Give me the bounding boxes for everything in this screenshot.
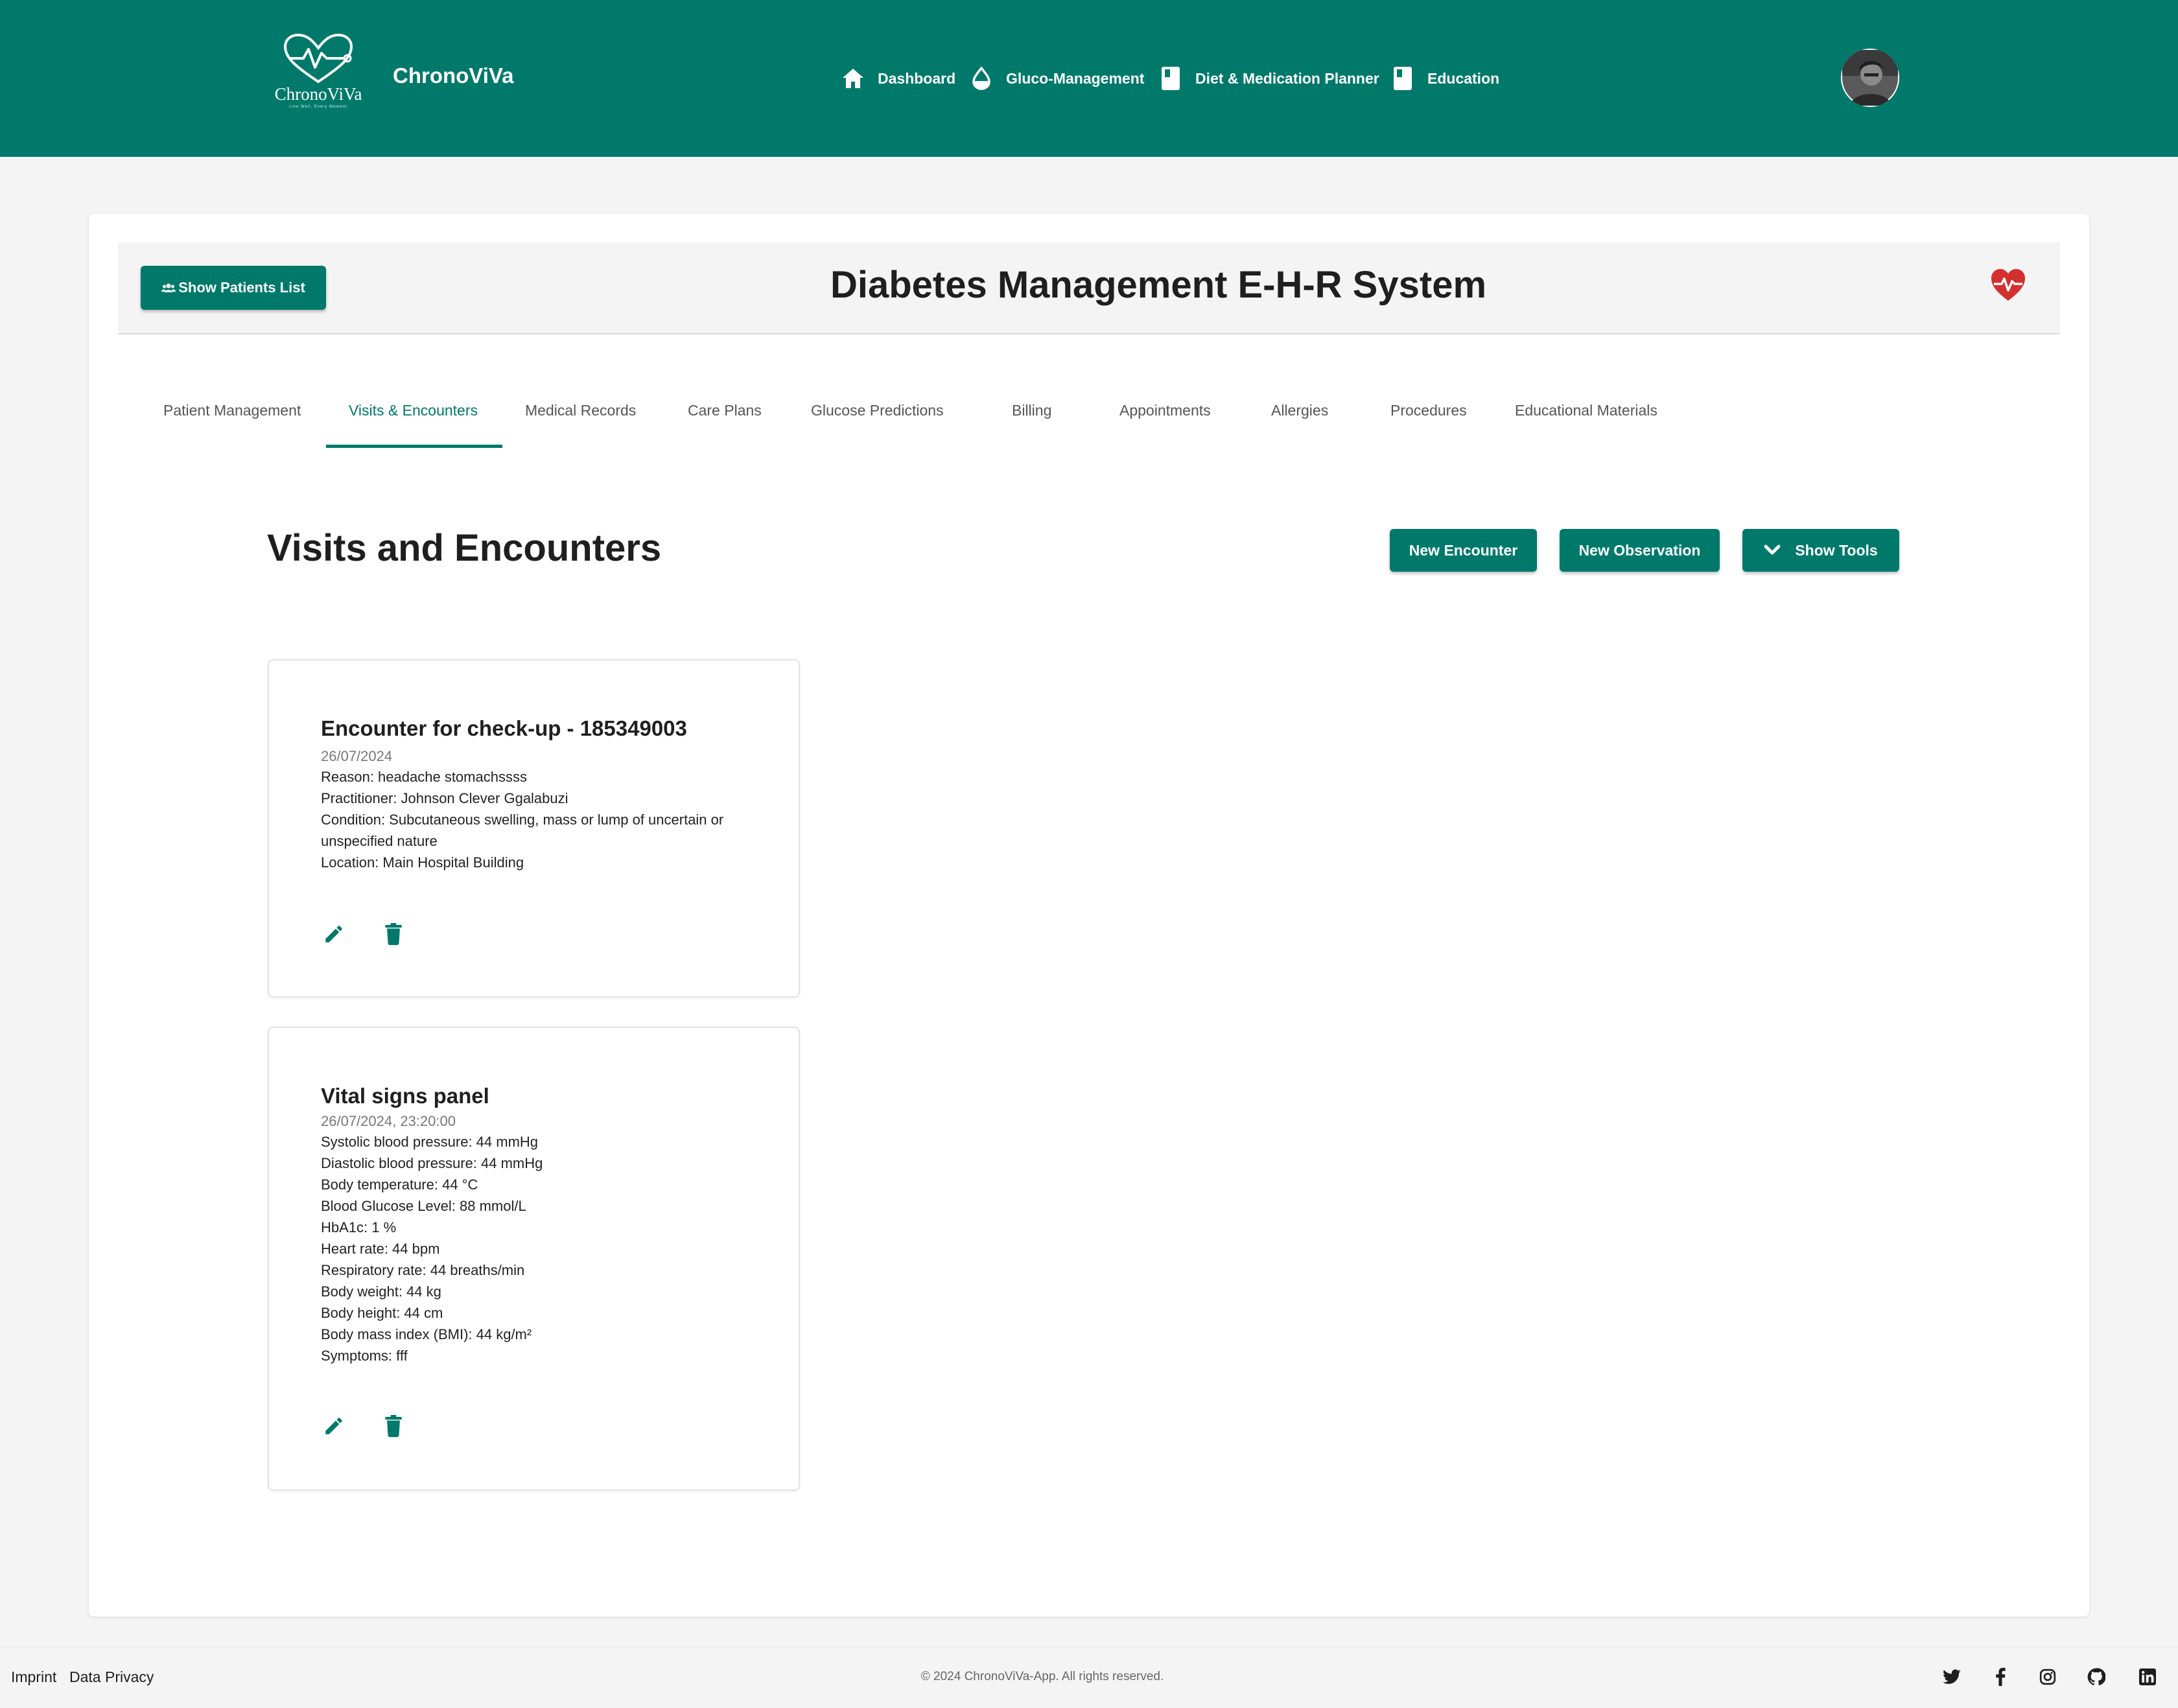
heartbeat-icon	[1990, 268, 2026, 302]
logo-text: ChronoViVa	[274, 84, 362, 104]
show-tools-button[interactable]: Show Tools	[1742, 529, 1899, 572]
encounter-practitioner: Practitioner: Johnson Clever Ggalabuzi	[321, 790, 568, 806]
nav-gluco-management[interactable]: Gluco-Management	[968, 62, 1144, 95]
nav-label: Education	[1427, 69, 1500, 87]
twitter-icon[interactable]	[1941, 1666, 1963, 1688]
delete-icon[interactable]	[379, 920, 408, 948]
user-avatar[interactable]	[1841, 49, 1899, 107]
ehr-title: Diabetes Management E-H-R System	[830, 264, 1487, 306]
vital-signs-card: Vital signs panel 26/07/2024, 23:20:00 S…	[268, 1027, 800, 1491]
vital-height: Body height: 44 cm	[321, 1305, 443, 1321]
edit-icon[interactable]	[320, 1412, 348, 1440]
edit-icon[interactable]	[320, 920, 348, 948]
vitals-title: Vital signs panel	[321, 1084, 489, 1108]
tab-visits-encounters[interactable]: Visits & Encounters	[349, 402, 478, 419]
nav-education[interactable]: Education	[1390, 62, 1499, 95]
logo-tagline: Live Well, Every Moment	[289, 105, 347, 109]
instagram-icon[interactable]	[2037, 1666, 2059, 1688]
nav-label: Diet & Medication Planner	[1195, 69, 1379, 87]
vital-respiratory-rate: Respiratory rate: 44 breaths/min	[321, 1262, 525, 1278]
tab-educational-materials[interactable]: Educational Materials	[1515, 402, 1657, 419]
nav-diet-medication-planner[interactable]: Diet & Medication Planner	[1158, 62, 1379, 95]
section-title: Visits and Encounters	[267, 527, 662, 569]
vital-symptoms: Symptoms: fff	[321, 1348, 408, 1364]
active-tab-indicator	[326, 445, 502, 448]
encounter-title: Encounter for check-up - 185349003	[321, 716, 687, 740]
vital-systolic: Systolic blood pressure: 44 mmHg	[321, 1134, 539, 1150]
vital-diastolic: Diastolic blood pressure: 44 mmHg	[321, 1155, 543, 1171]
encounter-card: Encounter for check-up - 185349003 26/07…	[268, 659, 800, 998]
encounter-date: 26/07/2024	[321, 748, 393, 764]
home-icon	[840, 65, 866, 91]
encounter-location: Location: Main Hospital Building	[321, 854, 524, 871]
brand-name[interactable]: ChronoViVa	[393, 64, 513, 88]
vital-heart-rate: Heart rate: 44 bpm	[321, 1241, 440, 1257]
nav-label: Dashboard	[878, 69, 956, 87]
vital-bmi: Body mass index (BMI): 44 kg/m²	[321, 1326, 532, 1342]
vital-hba1c: HbA1c: 1 %	[321, 1219, 397, 1235]
new-observation-button[interactable]: New Observation	[1560, 529, 1720, 572]
tab-billing[interactable]: Billing	[1012, 402, 1051, 419]
nav-label: Gluco-Management	[1006, 69, 1145, 87]
chevron-down-icon	[1764, 544, 1781, 556]
linkedin-icon[interactable]	[2137, 1666, 2159, 1688]
encounter-condition: Condition: Subcutaneous swelling, mass o…	[321, 812, 724, 849]
tab-glucose-predictions[interactable]: Glucose Predictions	[811, 402, 944, 419]
facebook-icon[interactable]	[1989, 1666, 2011, 1688]
vital-glucose: Blood Glucose Level: 88 mmol/L	[321, 1198, 526, 1214]
vital-weight: Body weight: 44 kg	[321, 1283, 441, 1300]
nav-dashboard[interactable]: Dashboard	[840, 62, 955, 95]
vital-temperature: Body temperature: 44 °C	[321, 1176, 478, 1193]
tab-appointments[interactable]: Appointments	[1119, 402, 1211, 419]
tab-procedures[interactable]: Procedures	[1390, 402, 1467, 419]
encounter-details: Reason: headache stomachssss Practitione…	[321, 766, 762, 873]
book-icon	[1158, 65, 1184, 91]
book-icon	[1390, 65, 1416, 91]
vitals-details: Systolic blood pressure: 44 mmHg Diastol…	[321, 1131, 762, 1366]
tab-care-plans[interactable]: Care Plans	[688, 402, 762, 419]
tab-allergies[interactable]: Allergies	[1271, 402, 1328, 419]
vitals-date: 26/07/2024, 23:20:00	[321, 1113, 456, 1129]
encounter-reason: Reason: headache stomachssss	[321, 769, 527, 785]
new-encounter-button[interactable]: New Encounter	[1390, 529, 1537, 572]
tab-patient-management[interactable]: Patient Management	[163, 402, 301, 419]
github-icon[interactable]	[2085, 1666, 2107, 1688]
copyright-text: © 2024 ChronoViVa-App. All rights reserv…	[920, 1670, 1164, 1683]
delete-icon[interactable]	[379, 1412, 408, 1440]
tab-medical-records[interactable]: Medical Records	[525, 402, 636, 419]
drop-icon	[968, 65, 994, 91]
show-tools-label: Show Tools	[1795, 541, 1878, 559]
